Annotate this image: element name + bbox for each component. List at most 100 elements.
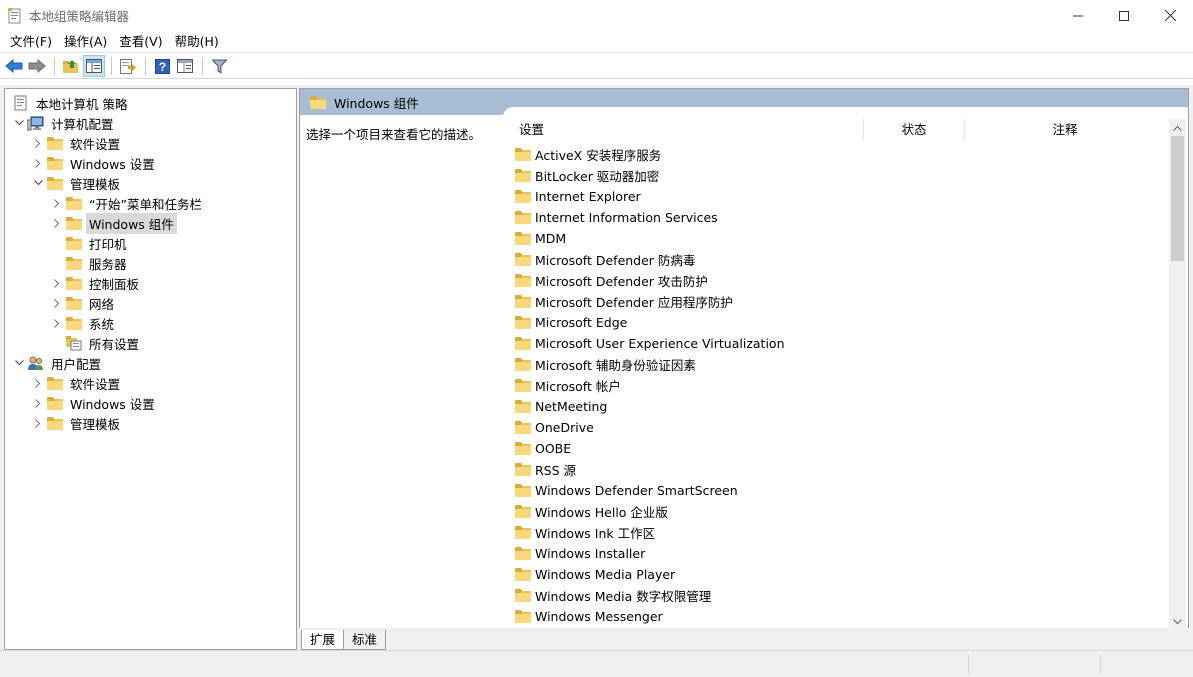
list-item[interactable]: RSS 源	[514, 459, 1154, 480]
chevron-right-icon[interactable]	[49, 273, 65, 293]
chevron-right-icon[interactable]	[49, 293, 65, 313]
tree-item[interactable]: 软件设置	[30, 373, 123, 393]
tree-item[interactable]: Windows 设置	[30, 393, 158, 413]
status-segment	[968, 655, 1100, 674]
list-item[interactable]: Microsoft 帐户	[514, 375, 1154, 396]
chevron-right-icon[interactable]	[30, 413, 46, 433]
folder-icon	[514, 525, 531, 541]
back-button[interactable]	[3, 55, 25, 77]
list-item[interactable]: Windows Media 数字权限管理	[514, 585, 1154, 606]
list-item[interactable]: Windows Media Player	[514, 564, 1154, 585]
list-item[interactable]: Windows Installer	[514, 543, 1154, 564]
tree-item[interactable]: “开始”菜单和任务栏	[49, 193, 205, 213]
filter-button[interactable]	[208, 55, 230, 77]
list-item[interactable]: Microsoft Defender 防病毒	[514, 249, 1154, 270]
list-item[interactable]: Microsoft User Experience Virtualization	[514, 333, 1154, 354]
folder-icon	[46, 415, 63, 431]
tree-item[interactable]: 控制面板	[49, 273, 142, 293]
list-item[interactable]: Microsoft Defender 攻击防护	[514, 270, 1154, 291]
tree-item-label: 软件设置	[70, 376, 121, 392]
chevron-down-icon[interactable]	[11, 113, 27, 133]
close-icon	[1164, 10, 1176, 21]
tree-item-label: “开始”菜单和任务栏	[89, 196, 202, 212]
tree-item[interactable]: 打印机	[49, 233, 130, 253]
export-list-button[interactable]	[117, 55, 139, 77]
chevron-right-icon[interactable]	[30, 133, 46, 153]
tree-item[interactable]: 系统	[49, 313, 117, 333]
list-item[interactable]: Windows Messenger	[514, 606, 1154, 627]
list-item[interactable]: Windows Hello 企业版	[514, 501, 1154, 522]
maximize-button[interactable]	[1101, 0, 1147, 31]
description-text: 选择一个项目来查看它的描述。	[306, 127, 482, 142]
tab-extended[interactable]: 扩展	[301, 630, 345, 650]
export-list-icon	[120, 58, 136, 74]
column-header-status[interactable]: 状态	[864, 119, 964, 141]
folder-icon	[46, 175, 63, 191]
properties-button[interactable]	[174, 55, 196, 77]
list-item[interactable]: Microsoft Defender 应用程序防护	[514, 291, 1154, 312]
chevron-right-icon[interactable]	[49, 313, 65, 333]
folder-icon	[514, 147, 531, 163]
folder-open-icon	[310, 95, 326, 109]
list-item[interactable]: BitLocker 驱动器加密	[514, 165, 1154, 186]
menu-view[interactable]: 查看(V)	[113, 31, 168, 53]
list-item[interactable]: Windows Defender SmartScreen	[514, 480, 1154, 501]
list-item-label: Windows Hello 企业版	[535, 505, 668, 520]
list-item[interactable]: MDM	[514, 228, 1154, 249]
tree-item[interactable]: 软件设置	[30, 133, 123, 153]
show-hide-tree-button[interactable]	[83, 55, 105, 77]
folder-icon	[514, 210, 531, 226]
folder-icon	[514, 273, 531, 289]
list-item[interactable]: OOBE	[514, 438, 1154, 459]
tree-item[interactable]: 管理模板	[30, 413, 123, 433]
tree-item[interactable]: 所有设置	[49, 333, 142, 353]
menu-file[interactable]: 文件(F)	[4, 31, 58, 53]
toolbar-separator	[202, 57, 203, 75]
up-level-button[interactable]	[60, 55, 82, 77]
list-item[interactable]: ActiveX 安装程序服务	[514, 144, 1154, 165]
tree-item[interactable]: 本地计算机 策略	[8, 93, 130, 113]
tree-item[interactable]: Windows 组件	[49, 212, 177, 234]
list-header: 设置 状态 注释	[504, 119, 1170, 141]
tab-standard[interactable]: 标准	[343, 630, 387, 650]
tree-item[interactable]: 计算机配置	[11, 113, 117, 133]
forward-button[interactable]	[26, 55, 48, 77]
toolbar-separator	[145, 57, 146, 75]
tree-item[interactable]: 网络	[49, 293, 117, 313]
tree-item[interactable]: 服务器	[49, 253, 130, 273]
column-header-setting[interactable]: 设置	[504, 119, 863, 141]
tree-item[interactable]: 管理模板	[30, 173, 123, 193]
scroll-thumb[interactable]	[1171, 136, 1184, 261]
list-item[interactable]: Internet Explorer	[514, 186, 1154, 207]
tree-item[interactable]: Windows 设置	[30, 153, 158, 173]
chevron-right-icon[interactable]	[30, 393, 46, 413]
menu-bar: 文件(F) 操作(A) 查看(V) 帮助(H)	[0, 31, 1193, 53]
chevron-right-icon[interactable]	[30, 373, 46, 393]
chevron-right-icon[interactable]	[30, 153, 46, 173]
tree-expander-placeholder	[49, 233, 65, 253]
menu-action[interactable]: 操作(A)	[58, 31, 113, 53]
list-item[interactable]: NetMeeting	[514, 396, 1154, 417]
all-settings-icon	[65, 335, 82, 351]
vertical-scrollbar[interactable]	[1169, 119, 1186, 630]
list-item[interactable]: Microsoft 辅助身份验证因素	[514, 354, 1154, 375]
column-header-note[interactable]: 注释	[965, 119, 1165, 141]
menu-help[interactable]: 帮助(H)	[169, 31, 225, 53]
list-item[interactable]: Microsoft Edge	[514, 312, 1154, 333]
chevron-right-icon[interactable]	[49, 193, 65, 213]
chevron-down-icon[interactable]	[30, 173, 46, 193]
close-button[interactable]	[1147, 0, 1193, 31]
scroll-up-button[interactable]	[1169, 119, 1186, 136]
tree-item-label: 计算机配置	[51, 116, 114, 132]
minimize-button[interactable]	[1055, 0, 1101, 31]
folder-icon	[514, 546, 531, 562]
tree-item-label: 打印机	[89, 236, 127, 252]
chevron-down-icon[interactable]	[11, 353, 27, 373]
tree-item[interactable]: 用户配置	[11, 353, 104, 373]
folder-icon	[514, 420, 531, 436]
help-button[interactable]: ?	[151, 55, 173, 77]
list-item[interactable]: Windows Ink 工作区	[514, 522, 1154, 543]
chevron-right-icon[interactable]	[49, 213, 65, 233]
list-item[interactable]: OneDrive	[514, 417, 1154, 438]
list-item[interactable]: Internet Information Services	[514, 207, 1154, 228]
